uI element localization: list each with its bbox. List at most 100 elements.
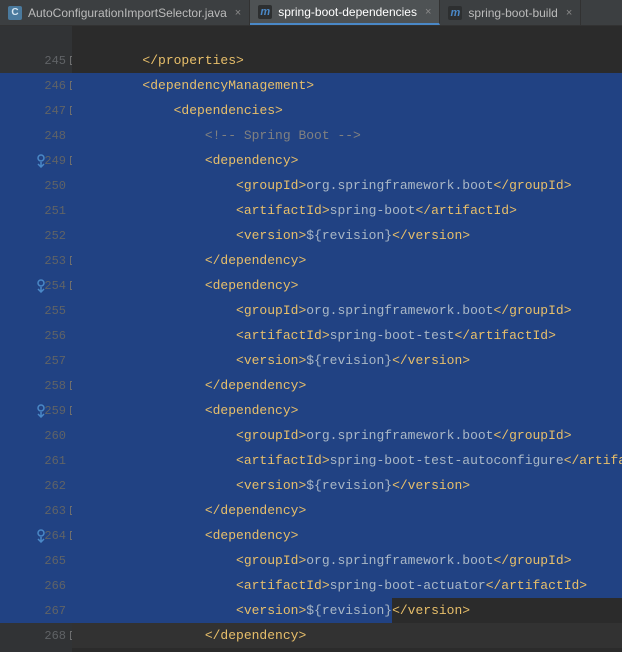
gutter-line[interactable]: 247: [0, 98, 72, 123]
line-number: 261: [44, 454, 66, 468]
token-tag: <version>: [236, 353, 306, 368]
tab-label: spring-boot-dependencies: [278, 5, 417, 19]
indent: [80, 403, 205, 418]
token-text: org.springframework.boot: [306, 178, 493, 193]
gutter-line[interactable]: 259: [0, 398, 72, 423]
code-line[interactable]: <groupId>org.springframework.boot</group…: [72, 173, 622, 198]
token-text: spring-boot: [330, 203, 416, 218]
code-line[interactable]: <version>${revision}</version>: [72, 348, 622, 373]
gutter-line[interactable]: 249: [0, 148, 72, 173]
close-icon[interactable]: ×: [425, 6, 431, 18]
implementing-method-icon[interactable]: [34, 154, 48, 168]
code-line[interactable]: <!-- Spring Boot -->: [72, 123, 622, 148]
code-line[interactable]: <artifactId>spring-boot-actuator</artifa…: [72, 573, 622, 598]
line-number: 267: [44, 604, 66, 618]
indent: [80, 328, 236, 343]
token-tag: <version>: [236, 603, 306, 618]
line-number: 253: [44, 254, 66, 268]
code-line[interactable]: <dependency>: [72, 398, 622, 423]
code-line[interactable]: <artifactId>spring-boot-test-autoconfigu…: [72, 448, 622, 473]
code-editor[interactable]: </properties> <dependencyManagement> <de…: [72, 26, 622, 652]
gutter-line[interactable]: 257: [0, 348, 72, 373]
line-number: 268: [44, 629, 66, 643]
gutter-line[interactable]: 264: [0, 523, 72, 548]
editor-wrap: 245 246 247248249 250 251252 253 254 255 256257 2…: [0, 26, 622, 652]
token-tag: <dependency>: [205, 153, 299, 168]
line-number: 260: [44, 429, 66, 443]
code-line[interactable]: <version>${revision}</version>: [72, 223, 622, 248]
gutter-line[interactable]: 245: [0, 48, 72, 73]
token-tag: <artifactId>: [236, 203, 330, 218]
code-line[interactable]: <version>${revision}</version>: [72, 473, 622, 498]
close-icon[interactable]: ×: [235, 7, 241, 19]
gutter-line[interactable]: 267: [0, 598, 72, 623]
code-line[interactable]: </dependency>: [72, 498, 622, 523]
code-line[interactable]: <dependencyManagement>: [72, 73, 622, 98]
gutter-line[interactable]: 258: [0, 373, 72, 398]
gutter-line[interactable]: 252: [0, 223, 72, 248]
gutter-line[interactable]: 266: [0, 573, 72, 598]
token-text: org.springframework.boot: [306, 553, 493, 568]
token-tag: </version>: [392, 228, 470, 243]
line-number: 250: [44, 179, 66, 193]
code-line[interactable]: <groupId>org.springframework.boot</group…: [72, 423, 622, 448]
code-line[interactable]: <version>${revision}</version>: [72, 598, 622, 623]
token-tag: <version>: [236, 228, 306, 243]
line-number: 246: [44, 79, 66, 93]
line-number: 266: [44, 579, 66, 593]
code-line[interactable]: </dependency>: [72, 373, 622, 398]
gutter-line[interactable]: 260: [0, 423, 72, 448]
token-tag: <groupId>: [236, 178, 306, 193]
gutter-line[interactable]: 261: [0, 448, 72, 473]
editor-tab-2[interactable]: mspring-boot-build×: [440, 0, 581, 25]
gutter-line[interactable]: 251: [0, 198, 72, 223]
code-line[interactable]: </dependency>: [72, 248, 622, 273]
gutter-line[interactable]: 265: [0, 548, 72, 573]
indent: [80, 503, 205, 518]
indent: [80, 253, 205, 268]
token-tag: <dependency>: [205, 403, 299, 418]
gutter: 245 246 247248249 250 251252 253 254 255 256257 2…: [0, 26, 72, 652]
editor-tab-0[interactable]: CAutoConfigurationImportSelector.java×: [0, 0, 250, 25]
line-number: 263: [44, 504, 66, 518]
code-line[interactable]: <artifactId>spring-boot-test</artifactId…: [72, 323, 622, 348]
gutter-line[interactable]: 263: [0, 498, 72, 523]
code-line[interactable]: <dependencies>: [72, 98, 622, 123]
token-tag: <groupId>: [236, 553, 306, 568]
line-number: 255: [44, 304, 66, 318]
code-line[interactable]: <groupId>org.springframework.boot</group…: [72, 298, 622, 323]
code-line[interactable]: <groupId>org.springframework.boot</group…: [72, 548, 622, 573]
gutter-line[interactable]: 256: [0, 323, 72, 348]
implementing-method-icon[interactable]: [34, 404, 48, 418]
code-line[interactable]: </dependency>: [72, 623, 622, 648]
code-line[interactable]: <dependency>: [72, 273, 622, 298]
gutter-line[interactable]: 253: [0, 248, 72, 273]
line-number: 262: [44, 479, 66, 493]
gutter-line[interactable]: 255: [0, 298, 72, 323]
gutter-line[interactable]: 246: [0, 73, 72, 98]
line-number: 245: [44, 54, 66, 68]
token-text: spring-boot-test-autoconfigure: [330, 453, 564, 468]
close-icon[interactable]: ×: [566, 7, 572, 19]
implementing-method-icon[interactable]: [34, 279, 48, 293]
indent: [80, 103, 174, 118]
gutter-line[interactable]: 268: [0, 623, 72, 648]
implementing-method-icon[interactable]: [34, 529, 48, 543]
editor-tab-1[interactable]: mspring-boot-dependencies×: [250, 0, 440, 25]
indent: [80, 278, 205, 293]
gutter-line[interactable]: 262: [0, 473, 72, 498]
code-line[interactable]: <dependency>: [72, 523, 622, 548]
gutter-line[interactable]: 254: [0, 273, 72, 298]
code-line[interactable]: <artifactId>spring-boot</artifactId>: [72, 198, 622, 223]
gutter-line[interactable]: 250: [0, 173, 72, 198]
token-tag: </groupId>: [493, 303, 571, 318]
indent: [80, 153, 205, 168]
line-number: 258: [44, 379, 66, 393]
indent: [80, 428, 236, 443]
indent: [80, 128, 205, 143]
gutter-line[interactable]: 248: [0, 123, 72, 148]
code-line[interactable]: <dependency>: [72, 148, 622, 173]
indent: [80, 178, 236, 193]
code-line[interactable]: </properties>: [72, 48, 622, 73]
indent: [80, 303, 236, 318]
